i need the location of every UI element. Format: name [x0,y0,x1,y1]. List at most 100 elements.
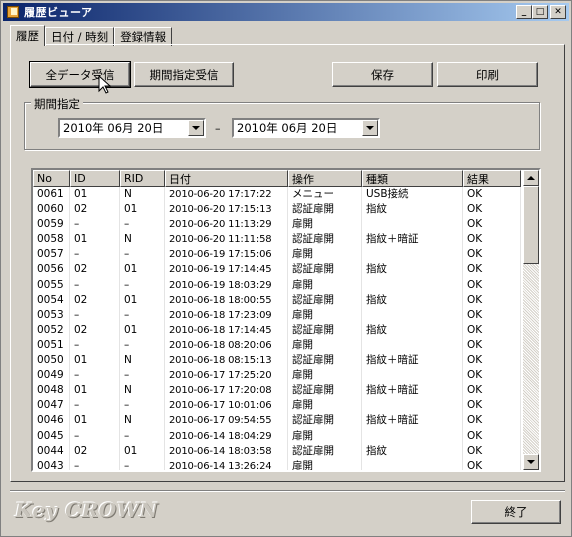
from-date-value: 2010年 06月 20日 [63,121,164,135]
receive-all-button[interactable]: 全データ受信 [29,61,131,88]
to-date-value: 2010年 06月 20日 [237,121,338,135]
cell-operation: 扉開 [288,217,362,233]
cell-type: 指紋 [362,443,463,459]
cell-rid: 01 [120,202,165,218]
table-row[interactable]: 0054 02 01 2010-06-18 18:00:55 認証扉開 指紋 OK [33,292,521,308]
cell-date: 2010-06-20 11:13:29 [165,217,288,233]
cell-id: – [70,398,120,414]
save-button[interactable]: 保存 [332,62,433,87]
tab-strip: 履歴 日付 / 時刻 登録情報 [10,25,173,46]
cell-result: OK [463,292,521,308]
cell-no: 0059 [33,217,70,233]
cell-no: 0046 [33,413,70,429]
column-header-result[interactable]: 結果 [463,170,521,187]
cell-result: OK [463,277,521,293]
cell-result: OK [463,368,521,384]
tab-history[interactable]: 履歴 [10,25,45,46]
to-date-picker[interactable]: 2010年 06月 20日 [232,118,380,138]
minimize-button[interactable]: _ [516,5,532,19]
cell-type [362,337,463,354]
cell-result: OK [463,383,521,399]
cell-date: 2010-06-17 17:20:08 [165,383,288,399]
cell-type [362,398,463,414]
cell-operation: 認証扉開 [288,353,362,369]
column-header-date[interactable]: 日付 [165,170,288,187]
table-row[interactable]: 0059– –2010-06-20 11:13:29 扉開 OK [33,217,521,233]
mouse-pointer-icon [98,75,112,94]
table-row[interactable]: 0045– –2010-06-14 18:04:29 扉開 OK [33,428,521,444]
history-list[interactable]: No ID RID 日付 操作 種類 結果 0061 01 N 2010-06-20 … [31,168,541,472]
cell-date: 2010-06-14 13:26:24 [165,458,288,470]
cell-id: – [70,428,120,444]
cell-date: 2010-06-18 18:00:55 [165,292,288,308]
cell-rid: – [120,398,165,414]
column-header-rid[interactable]: RID [120,170,165,187]
column-header-no[interactable]: No [33,170,70,187]
table-row[interactable]: 0043– –2010-06-14 13:26:24 扉開 OK [33,458,521,470]
cell-result: OK [463,443,521,459]
from-date-picker[interactable]: 2010年 06月 20日 [58,118,206,138]
cell-type: 指紋 [362,262,463,278]
cell-id: 01 [70,353,120,369]
table-row[interactable]: 0049– –2010-06-17 17:25:20 扉開 OK [33,368,521,384]
history-viewer-window: 履歴ビューア _ □ ✕ 履歴 日付 / 時刻 登録情報 全データ受信 期間指定… [0,0,572,537]
cell-operation: 認証扉開 [288,413,362,429]
column-header-operation[interactable]: 操作 [288,170,362,187]
cell-result: OK [463,458,521,470]
cell-id: – [70,247,120,263]
cell-type: 指紋 [362,292,463,308]
cell-no: 0054 [33,292,70,308]
cell-no: 0051 [33,337,70,354]
cell-type [362,428,463,444]
cell-id: – [70,277,120,293]
receive-period-button[interactable]: 期間指定受信 [134,62,234,87]
table-row[interactable]: 0052 02 01 2010-06-18 17:14:45 認証扉開 指紋 OK [33,322,521,338]
cell-date: 2010-06-18 08:15:13 [165,353,288,369]
vertical-scrollbar[interactable] [523,170,539,470]
table-row[interactable]: 0051– –2010-06-18 08:20:06 扉開 OK [33,337,521,354]
print-button[interactable]: 印刷 [437,62,538,87]
cell-id: 01 [70,187,120,203]
cell-date: 2010-06-14 18:04:29 [165,428,288,444]
table-row[interactable]: 0046 01 N 2010-06-17 09:54:55 認証扉開 指紋＋暗証 OK [33,413,521,429]
footer-divider [10,490,565,492]
cell-id: – [70,458,120,470]
cell-id: 02 [70,292,120,308]
cell-rid: – [120,247,165,263]
cell-id: 01 [70,232,120,248]
scroll-up-button[interactable] [523,170,539,186]
cell-type: 指紋 [362,202,463,218]
table-row[interactable]: 0050 01 N 2010-06-18 08:15:13 認証扉開 指紋＋暗証 OK [33,353,521,369]
cell-type [362,458,463,470]
cell-rid: N [120,413,165,429]
cell-operation: 扉開 [288,428,362,444]
close-button[interactable]: ✕ [550,5,566,19]
table-row[interactable]: 0060 02 01 2010-06-20 17:15:13 認証扉開 指紋 OK [33,202,521,218]
table-row[interactable]: 0048 01 N 2010-06-17 17:20:08 認証扉開 指紋＋暗証 OK [33,383,521,399]
table-row[interactable]: 0044 02 01 2010-06-14 18:03:58 認証扉開 指紋 OK [33,443,521,459]
table-row[interactable]: 0056 02 01 2010-06-19 17:14:45 認証扉開 指紋 OK [33,262,521,278]
cell-date: 2010-06-18 17:23:09 [165,307,288,323]
table-row[interactable]: 0053– –2010-06-18 17:23:09 扉開 OK [33,307,521,323]
scroll-thumb[interactable] [523,186,539,264]
cell-date: 2010-06-17 09:54:55 [165,413,288,429]
table-row[interactable]: 0047– –2010-06-17 10:01:06 扉開 OK [33,398,521,414]
cell-operation: 認証扉開 [288,292,362,308]
chevron-down-icon[interactable] [362,120,378,136]
table-row[interactable]: 0061 01 N 2010-06-20 17:17:22 メニュー USB接続 OK [33,187,521,203]
maximize-button[interactable]: □ [532,5,548,19]
period-legend: 期間指定 [31,96,83,112]
table-row[interactable]: 0057– –2010-06-19 17:15:06 扉開 OK [33,247,521,263]
column-header-id[interactable]: ID [70,170,120,187]
scroll-down-button[interactable] [523,454,539,470]
cell-result: OK [463,337,521,354]
title-bar[interactable]: 履歴ビューア _ □ ✕ [3,3,569,21]
cell-no: 0047 [33,398,70,414]
column-header-type[interactable]: 種類 [362,170,463,187]
exit-button[interactable]: 終了 [471,500,561,524]
cell-rid: – [120,217,165,233]
chevron-down-icon[interactable] [188,120,204,136]
cell-no: 0053 [33,307,70,323]
table-row[interactable]: 0055– –2010-06-19 18:03:29 扉開 OK [33,277,521,293]
table-row[interactable]: 0058 01 N 2010-06-20 11:11:58 認証扉開 指紋＋暗証 OK [33,232,521,248]
